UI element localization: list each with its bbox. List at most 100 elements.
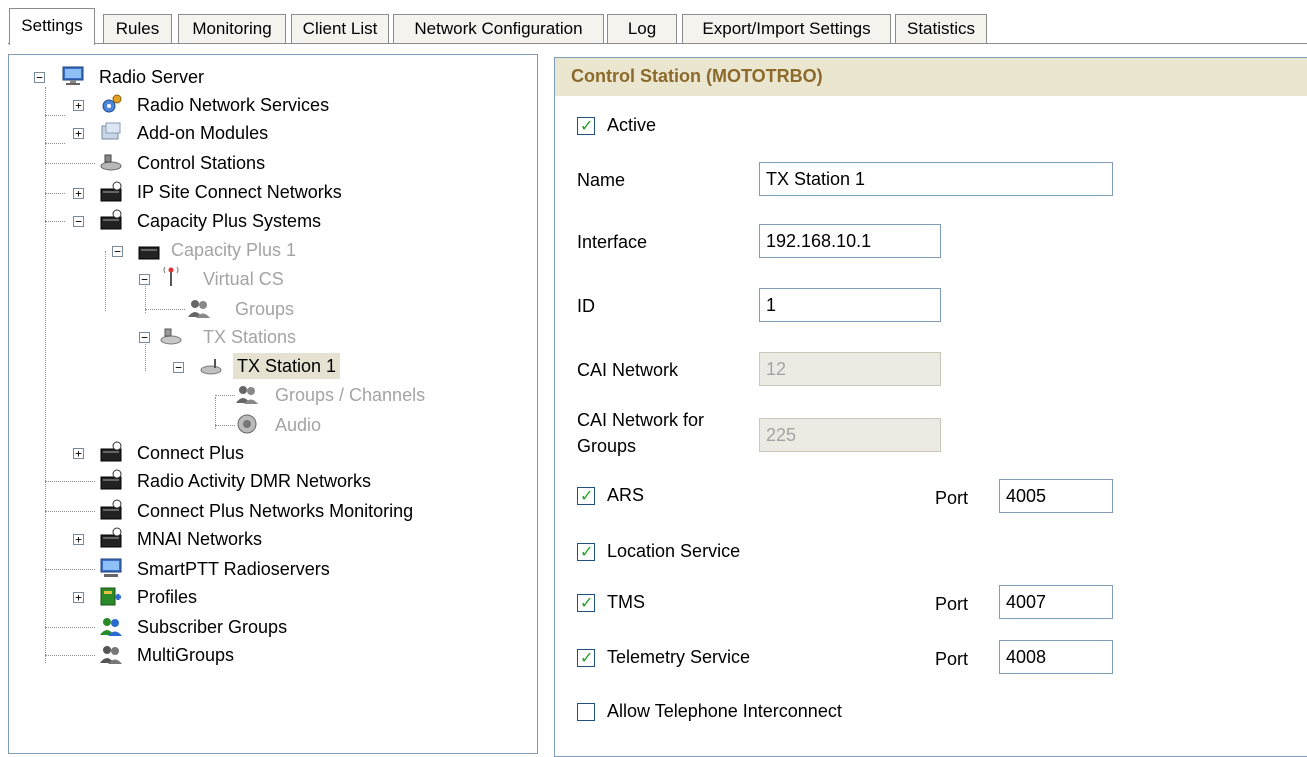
tms-checkbox[interactable]: ✓ [577, 594, 595, 612]
tree-connector [45, 569, 95, 570]
tree-label: Audio [275, 415, 322, 435]
speaker-icon [237, 414, 257, 434]
network-rack-icon [100, 469, 122, 490]
tree-connector [215, 395, 235, 396]
cai-groups-label-line2: Groups [577, 436, 637, 456]
tree-connector [215, 425, 235, 426]
location-service-checkbox[interactable]: ✓ [577, 543, 595, 561]
tree-connector [45, 655, 95, 656]
tree-label: Groups [235, 299, 295, 319]
tab-settings[interactable]: Settings [9, 8, 95, 45]
antenna-icon [163, 266, 179, 286]
collapse-tx-stations[interactable]: − [139, 332, 150, 343]
tree-label: MultiGroups [137, 645, 235, 665]
tree-label: Capacity Plus 1 [171, 240, 297, 260]
tree-label: TX Stations [203, 327, 297, 347]
tab-export-import-settings[interactable]: Export/Import Settings [682, 14, 891, 43]
profiles-icon [100, 587, 121, 606]
tab-bar: Settings Rules Monitoring Client List Ne… [0, 0, 1307, 45]
expand-radio-network-services[interactable]: + [73, 100, 84, 111]
tree-label: Profiles [137, 587, 198, 607]
tab-statistics[interactable]: Statistics [895, 14, 987, 43]
telemetry-service-label: Telemetry Service [607, 647, 751, 667]
tree-label: Capacity Plus Systems [137, 211, 322, 231]
network-rack-icon [100, 181, 122, 202]
telephone-interconnect-checkbox[interactable] [577, 703, 595, 721]
checkmark-icon: ✓ [580, 486, 594, 505]
tree-connector [45, 143, 65, 144]
name-field[interactable]: TX Station 1 [759, 162, 1113, 196]
tree-label: MNAI Networks [137, 529, 263, 549]
expand-profiles[interactable]: + [73, 592, 84, 603]
tree-connector [45, 481, 95, 482]
tree-label: Control Stations [137, 153, 266, 173]
radio-station-icon [200, 359, 222, 375]
ars-checkbox[interactable]: ✓ [577, 487, 595, 505]
groups-icon [100, 646, 122, 664]
interface-label: Interface [577, 232, 648, 252]
checkmark-icon: ✓ [580, 648, 594, 667]
active-checkbox[interactable]: ✓ [577, 117, 595, 135]
expand-mnai-networks[interactable]: + [73, 534, 84, 545]
tree-connector [45, 511, 95, 512]
network-rack-icon [138, 246, 160, 260]
expand-ip-site-connect[interactable]: + [73, 188, 84, 199]
name-label: Name [577, 170, 626, 190]
control-station-icon [160, 328, 182, 345]
panel-header: Control Station (MOTOTRBO) [555, 58, 1307, 96]
cai-network-field: 12 [759, 352, 941, 386]
expand-connect-plus[interactable]: + [73, 448, 84, 459]
expand-addon-modules[interactable]: + [73, 128, 84, 139]
tms-label: TMS [607, 592, 645, 612]
tab-network-configuration[interactable]: Network Configuration [393, 14, 604, 43]
tree-label: IP Site Connect Networks [137, 182, 342, 202]
location-service-label: Location Service [607, 541, 741, 561]
tab-divider [8, 43, 1307, 44]
computer-icon [100, 558, 122, 577]
collapse-capacity-plus-1[interactable]: − [112, 246, 123, 257]
telemetry-port-field[interactable]: 4008 [999, 640, 1113, 674]
tree-connector [105, 251, 106, 311]
tree-connector [45, 115, 65, 116]
tree-label: Add-on Modules [137, 123, 269, 143]
gears-icon [102, 94, 122, 113]
collapse-capacity-plus-systems[interactable]: − [73, 216, 84, 227]
tree-label: Subscriber Groups [137, 617, 288, 637]
tab-client-list[interactable]: Client List [291, 14, 389, 43]
network-rack-icon [100, 527, 122, 548]
groups-icon [236, 386, 258, 404]
modules-icon [101, 122, 121, 140]
tree-pane[interactable]: − Radio Server + Radio Network Services … [8, 54, 538, 754]
id-field[interactable]: 1 [759, 288, 941, 322]
checkmark-icon: ✓ [580, 542, 594, 561]
collapse-tx-station-1[interactable]: − [173, 362, 184, 373]
groups-icon [188, 300, 210, 318]
cai-network-label: CAI Network [577, 360, 679, 380]
tree-label: Virtual CS [203, 269, 284, 289]
telephone-interconnect-label: Allow Telephone Interconnect [607, 701, 842, 721]
tree-label: Radio Activity DMR Networks [137, 471, 372, 491]
tab-log[interactable]: Log [607, 14, 677, 43]
tree-label: Connect Plus Networks Monitoring [137, 501, 414, 521]
network-rack-icon [100, 499, 122, 520]
collapse-radio-server[interactable]: − [34, 72, 45, 83]
collapse-virtual-cs[interactable]: − [139, 274, 150, 285]
tab-monitoring[interactable]: Monitoring [178, 14, 286, 43]
tab-rules[interactable]: Rules [103, 14, 172, 43]
interface-field[interactable]: 192.168.10.1 [759, 224, 941, 258]
checkmark-icon: ✓ [580, 593, 594, 612]
computer-icon [62, 66, 84, 85]
tree-label: Groups / Channels [275, 385, 426, 405]
ars-port-field[interactable]: 4005 [999, 479, 1113, 513]
cai-groups-label-line1: CAI Network for [577, 410, 705, 430]
network-rack-icon [100, 209, 122, 230]
tree-connector [45, 221, 65, 222]
telemetry-service-checkbox[interactable]: ✓ [577, 649, 595, 667]
cai-groups-field: 225 [759, 418, 941, 452]
tree-label: Connect Plus [137, 443, 245, 463]
tree-connector [145, 309, 185, 310]
properties-pane: Control Station (MOTOTRBO) ✓ Active Name… [554, 57, 1307, 757]
tree-label: SmartPTT Radioservers [137, 559, 330, 579]
panel-title: Control Station (MOTOTRBO) [571, 66, 823, 86]
tms-port-field[interactable]: 4007 [999, 585, 1113, 619]
